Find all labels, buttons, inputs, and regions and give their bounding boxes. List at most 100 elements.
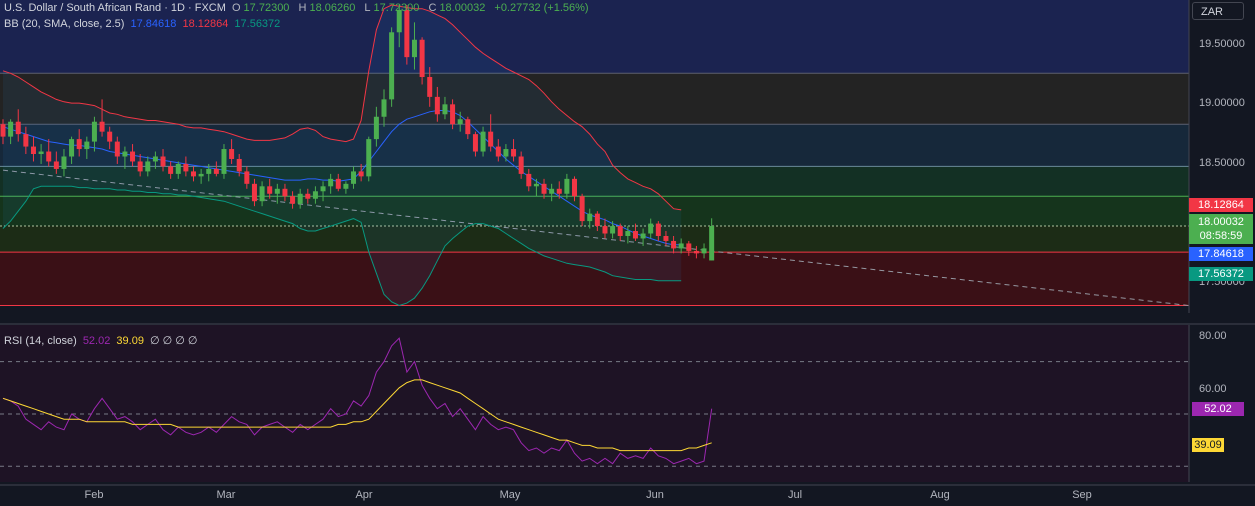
- candle-body: [198, 173, 204, 177]
- candle-body: [76, 139, 82, 150]
- candle-body: [541, 183, 547, 194]
- candle-body: [709, 226, 715, 261]
- candle-body: [602, 226, 608, 234]
- candle-body: [335, 178, 341, 189]
- rsi-extras: ∅ ∅ ∅ ∅: [150, 335, 198, 347]
- high-value: H 18.06260: [298, 2, 356, 14]
- candle-body: [8, 121, 14, 137]
- candle-body: [450, 104, 456, 125]
- candle-body: [465, 119, 471, 135]
- candle-body: [457, 119, 463, 125]
- open-value: O 17.72300: [231, 2, 290, 14]
- candle-body: [130, 151, 136, 162]
- price-band: [0, 73, 1189, 125]
- candle-body: [526, 173, 532, 187]
- candle-body: [488, 131, 494, 147]
- candle-body: [610, 226, 616, 234]
- candle-body: [434, 96, 440, 115]
- candle-body: [533, 183, 539, 187]
- candle-body: [23, 134, 29, 147]
- bb-lower-value: 17.56372: [234, 18, 281, 30]
- candle-body: [594, 213, 600, 227]
- rsi-ma-price-label: 39.09: [1192, 438, 1224, 452]
- close-price-label: 18.00032 08:58:59: [1189, 214, 1253, 244]
- bb-basis-price-label: 17.84618: [1189, 247, 1253, 261]
- candle-body: [381, 99, 387, 117]
- candle-body: [53, 161, 59, 169]
- candle-body: [678, 243, 684, 249]
- candle-body: [472, 134, 478, 152]
- rsi-band: [0, 325, 1189, 482]
- low-value: L 17.72300: [364, 2, 420, 14]
- candle-body: [442, 104, 448, 115]
- candle-body: [69, 139, 75, 157]
- candle-body: [328, 178, 334, 187]
- symbol-title: U.S. Dollar / South African Rand · 1D · …: [4, 2, 226, 14]
- currency-button[interactable]: ZAR: [1192, 2, 1244, 20]
- bb-upper-value: 18.12864: [182, 18, 229, 30]
- candle-body: [145, 161, 151, 172]
- rsi-price-label: 52.02: [1192, 402, 1244, 416]
- candle-body: [206, 168, 212, 174]
- candle-body: [137, 161, 143, 172]
- candle-body: [267, 186, 273, 194]
- candle-body: [343, 183, 349, 189]
- x-tick-sep: Sep: [1072, 489, 1092, 501]
- candle-body: [655, 223, 661, 236]
- x-tick-apr: Apr: [355, 489, 373, 501]
- candle-countdown: 08:58:59: [1199, 230, 1243, 242]
- candle-body: [686, 243, 692, 251]
- x-tick-mar: Mar: [216, 489, 236, 501]
- x-tick-jun: Jun: [646, 489, 664, 501]
- candle-body: [122, 151, 128, 157]
- candle-body: [404, 9, 410, 58]
- candle-body: [152, 156, 158, 162]
- candle-body: [351, 171, 357, 184]
- chart-canvas[interactable]: [0, 0, 1255, 506]
- candle-body: [556, 188, 562, 194]
- candle-body: [320, 186, 326, 192]
- candle-body: [518, 156, 524, 174]
- candle-body: [274, 188, 280, 194]
- x-tick-aug: Aug: [930, 489, 950, 501]
- symbol-legend: U.S. Dollar / South African Rand · 1D · …: [4, 2, 592, 14]
- candle-body: [30, 146, 36, 155]
- candle-body: [221, 149, 227, 174]
- candle-body: [549, 188, 555, 194]
- candle-body: [495, 146, 501, 157]
- candle-body: [168, 166, 174, 174]
- candle-body: [305, 193, 311, 199]
- bb-basis-value: 17.84618: [130, 18, 177, 30]
- candle-body: [579, 196, 585, 222]
- candle-body: [282, 188, 288, 197]
- candle-body: [107, 131, 113, 142]
- candle-body: [617, 226, 623, 236]
- candle-body: [701, 248, 707, 254]
- candle-body: [480, 131, 486, 152]
- candle-body: [358, 171, 364, 177]
- x-tick-jul: Jul: [787, 489, 803, 501]
- rsi-value: 52.02: [82, 335, 111, 347]
- candle-body: [251, 183, 257, 202]
- candle-body: [411, 39, 417, 58]
- candle-body: [419, 39, 425, 78]
- pane-separator: [0, 313, 1255, 325]
- close-value: C 18.00032: [428, 2, 486, 14]
- rsi-label: RSI (14, close): [4, 335, 77, 347]
- candle-body: [259, 186, 265, 202]
- candle-body: [564, 178, 570, 194]
- bb-upper-price-label: 18.12864: [1189, 198, 1253, 212]
- candle-body: [236, 158, 242, 172]
- candle-body: [15, 121, 21, 135]
- candle-body: [625, 231, 631, 236]
- candle-body: [84, 141, 90, 150]
- candle-body: [366, 139, 372, 177]
- price-tick: 19.00000: [1199, 97, 1245, 109]
- candle-body: [427, 77, 433, 97]
- candle-body: [99, 121, 105, 132]
- candle-body: [693, 250, 699, 254]
- candle-body: [373, 116, 379, 140]
- time-axis-panel: [0, 482, 1255, 506]
- candle-body: [61, 156, 67, 169]
- candle-body: [572, 178, 577, 197]
